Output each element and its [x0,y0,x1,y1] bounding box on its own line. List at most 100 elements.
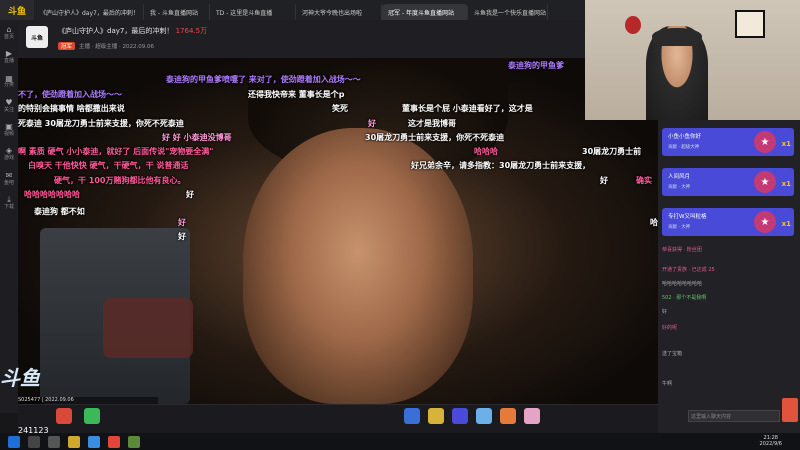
danmu-line: 啊 素质 硬气 小小泰迪，就好了 后面传说"宠物要全满" [18,147,214,156]
sidebar-item-category[interactable]: ▦ 分类 [2,74,16,89]
gift-item[interactable] [476,408,492,424]
sidebar-item-label: 关注 [3,106,14,113]
danmu-line: 笑死 [332,104,348,113]
left-sidebar: ⌂ 首页 ▶ 直播 ▦ 分类 ♥ 关注 ▣ 视频 ◈ 游戏 ✉ 鱼吧 ⤓ 下载 [0,20,18,413]
danmu-line: 好 [178,218,186,227]
webcam-hat [652,28,702,46]
tab[interactable]: 河神大爷今晚也出场啦 [296,4,382,20]
danmu-line: 不了，使劲蹬着加入战场～～ [18,90,122,99]
chat-message: 502 · 那个不是我啊 [662,295,707,301]
bin-logo [103,298,193,358]
danmu-line: 确实 [636,176,652,185]
danmu-line: 哈哈哈哈哈哈哈 [24,190,80,199]
trophy-icon: ★ [754,171,776,193]
gift-item[interactable] [452,408,468,424]
tab[interactable]: 我 - 斗鱼直播网站 [144,4,210,20]
tab[interactable]: 《庐山守护人》day7，最后的冲刺！ [34,4,144,20]
sidebar-item-home[interactable]: ⌂ 首页 [2,25,16,40]
task-view-icon[interactable] [48,435,60,448]
room-title: 《庐山守护人》day7，最后的冲刺！ 1764.5万 [58,26,207,36]
rank-multiplier: x1 [781,140,791,148]
chat-message: 牛啊 [662,381,673,387]
sidebar-item-label: 直播 [3,58,14,65]
tab[interactable]: TD - 这里是斗鱼直播 [210,4,296,20]
file-explorer-icon[interactable] [68,435,80,448]
app-icon[interactable] [128,435,140,448]
ranking-item[interactable]: 专打W又叫粒格 贡献 · 大神 ★ x1 [662,208,794,236]
danmu-line: 好 [368,119,376,128]
taskbar [0,433,800,450]
danmu-line: 白嗅天 干他快快 硬气，干硬气，干 说普通话 [28,161,189,170]
windows-start-icon[interactable] [8,435,20,448]
subinfo-text: 主播 · 超级主播 · 2022.09.06 [79,44,154,50]
sidebar-item-follow[interactable]: ♥ 关注 [2,98,16,113]
sidebar-item-label: 游戏 [3,155,14,162]
gift-bar [18,404,658,433]
taskbar-clock: 21:28 2022/9/6 [760,435,782,447]
gift-box-icon[interactable] [56,408,72,424]
room-info-bar: 斗鱼 《庐山守护人》day7，最后的冲刺！ 1764.5万 冠军 主播 · 超级主… [18,20,600,58]
sidebar-item-label: 视频 [3,130,14,137]
send-button[interactable] [782,398,798,422]
danmu-line: 泰迪狗的甲鱼爹 [508,61,564,70]
rank-sub: 贡献 · 大神 [668,185,691,190]
punching-bag [625,16,641,34]
danmu-line: 30屠龙刀勇士前 [582,147,642,156]
tab-active[interactable]: 冠军 - 年度斗鱼直播网站 [382,4,468,20]
danmu-line: 好 好 小泰迪没博哥 [162,133,232,142]
hot-value: 1764.5万 [175,27,208,35]
chat-message: 好 [662,309,668,315]
app-icon[interactable] [108,435,120,448]
chat-message: 开通了贵族 · 已达成 25 [662,267,715,273]
sidebar-item-label: 鱼吧 [3,179,14,186]
douyu-logo-icon[interactable]: 斗鱼 [0,0,34,20]
danmu-line: 哈哈哈 [474,147,498,156]
chat-input[interactable]: 这里输入聊天内容 [688,410,780,422]
sidebar-item-live[interactable]: ▶ 直播 [2,49,16,65]
sidebar-item-game[interactable]: ◈ 游戏 [2,147,16,161]
clock-date: 2022/9/6 [759,441,782,447]
chat-message: 送了宝箱 [662,351,683,357]
danmu-line: 硬气，干 100万赌狗都比他有良心。 [54,176,186,185]
video-player[interactable]: 泰迪狗的甲鱼爹喷嚏了 来对了，使劲蹬着加入战场～～ 泰迪狗的甲鱼爹 不了，使劲蹬… [18,58,658,404]
browser-icon[interactable] [88,435,100,448]
gift-item[interactable] [404,408,420,424]
ranking-item[interactable]: 小鱼小鱼你好 贡献 · 超级大神 ★ x1 [662,128,794,156]
chat-message: 哈哈哈哈哈哈哈哈 [662,281,703,287]
trophy-icon: ★ [754,131,776,153]
rank-sub: 贡献 · 大神 [668,225,691,230]
danmu-line: 泰迪狗 都不如 [34,207,85,216]
wall-picture [735,10,765,38]
danmu-line: 好 [178,232,186,241]
gift-item[interactable] [500,408,516,424]
sidebar-item-label: 分类 [3,82,14,89]
search-icon[interactable] [28,435,40,448]
tab[interactable]: 斗鱼我是一个快乐直播网站 [468,4,548,20]
douyu-watermark: 斗鱼 [0,366,40,390]
ranking-item[interactable]: 人间风月 贡献 · 大神 ★ x1 [662,168,794,196]
danmu-line: 30屠龙刀勇士前来支援，你死不死泰迪 [365,133,505,142]
danmu-line: 哈 [650,218,658,227]
sidebar-item-download[interactable]: ⤓ 下载 [2,195,16,210]
rank-multiplier: x1 [781,220,791,228]
danmu-line: 好兄弟余辛，请多指教：30屠龙刀勇士前来支援， [411,161,591,170]
danmu-line: 死泰迪 30屠龙刀勇士前来支援，你死不死泰迪 [18,119,184,128]
room-subinfo: 冠军 主播 · 超级主播 · 2022.09.06 [58,42,154,50]
danmu-line: 泰迪狗的甲鱼爹喷嚏了 来对了，使劲蹬着加入战场～～ [166,75,361,84]
rank-name: 专打W又叫粒格 [668,214,707,220]
danmu-line: 好 [600,176,608,185]
gift-item[interactable] [524,408,540,424]
browser-window: 斗鱼 《庐山守护人》day7，最后的冲刺！ 我 - 斗鱼直播网站 TD - 这里… [0,0,800,435]
sidebar-item-fishbar[interactable]: ✉ 鱼吧 [2,171,16,186]
rank-sub: 贡献 · 超级大神 [668,145,700,150]
anchor-avatar[interactable]: 斗鱼 [26,26,48,48]
gift-item[interactable] [428,408,444,424]
rank-name: 小鱼小鱼你好 [668,134,702,140]
right-panel [658,120,800,433]
sidebar-item-video[interactable]: ▣ 视频 [2,122,16,137]
rank-name: 人间风月 [668,174,691,180]
fan-club-icon[interactable] [84,408,100,424]
danmu-line: 董事长是个屁 小泰迪看好了，这才是 [402,104,533,113]
trophy-icon: ★ [754,211,776,233]
rank-multiplier: x1 [781,180,791,188]
